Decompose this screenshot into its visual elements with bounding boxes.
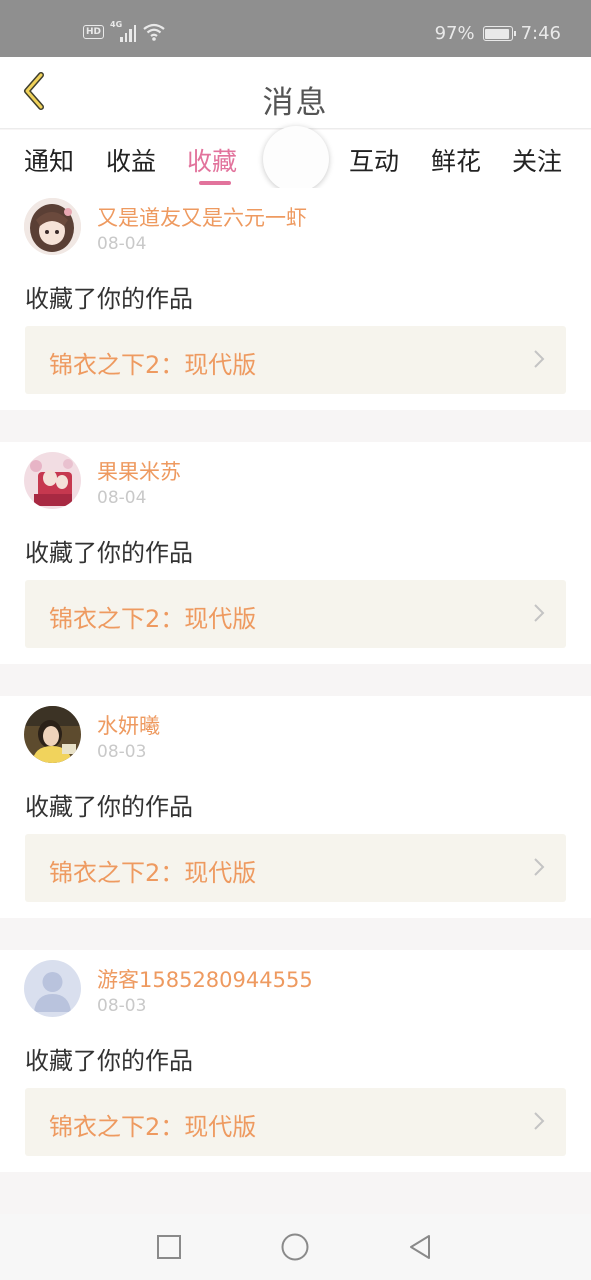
- system-nav-bar: [0, 1214, 591, 1280]
- work-title: 锦衣之下2：现代版: [49, 605, 257, 633]
- wifi-icon: [143, 23, 165, 41]
- work-link[interactable]: 锦衣之下2：现代版: [25, 1088, 566, 1156]
- work-title: 锦衣之下2：现代版: [49, 1113, 257, 1141]
- chevron-right-icon: [534, 1112, 545, 1130]
- action-text: 收藏了你的作品: [25, 539, 193, 567]
- page-title: 消息: [262, 85, 329, 121]
- floating-assistive-button[interactable]: [263, 126, 329, 192]
- tab-flowers[interactable]: 鲜花: [431, 142, 481, 178]
- chevron-right-icon: [534, 858, 545, 876]
- recents-button[interactable]: [154, 1232, 184, 1262]
- circle-icon: [281, 1233, 309, 1261]
- username[interactable]: 游客1585280944555: [97, 964, 313, 994]
- tab-follows[interactable]: 关注: [512, 142, 562, 178]
- clock: 7:46: [520, 23, 561, 44]
- tab-earnings[interactable]: 收益: [106, 142, 156, 178]
- list-item: 游客1585280944555 08-03 收藏了你的作品 锦衣之下2：现代版: [0, 950, 591, 1172]
- work-link[interactable]: 锦衣之下2：现代版: [25, 580, 566, 648]
- date: 08-03: [97, 996, 147, 1016]
- active-tab-indicator: [199, 181, 231, 185]
- username[interactable]: 果果米苏: [97, 456, 181, 486]
- work-title: 锦衣之下2：现代版: [49, 351, 257, 379]
- triangle-back-icon: [410, 1235, 430, 1259]
- work-link[interactable]: 锦衣之下2：现代版: [25, 834, 566, 902]
- action-text: 收藏了你的作品: [25, 793, 193, 821]
- work-title: 锦衣之下2：现代版: [49, 859, 257, 887]
- chevron-right-icon: [534, 350, 545, 368]
- status-left: HD 4G: [83, 20, 166, 42]
- home-button[interactable]: [280, 1232, 310, 1262]
- photo-girl-avatar[interactable]: [24, 706, 81, 763]
- back-nav-button[interactable]: [405, 1232, 435, 1262]
- date: 08-03: [97, 742, 147, 762]
- list-item: 又是道友又是六元一虾 08-04 收藏了你的作品 锦衣之下2：现代版: [0, 188, 591, 410]
- chevron-right-icon: [534, 604, 545, 622]
- cellular-signal-icon: 4G: [110, 20, 137, 42]
- square-icon: [157, 1235, 181, 1259]
- list-item: 果果米苏 08-04 收藏了你的作品 锦衣之下2：现代版: [0, 442, 591, 664]
- default-user-avatar[interactable]: [24, 960, 81, 1017]
- header: 消息: [0, 57, 591, 129]
- battery-icon: [482, 26, 516, 41]
- list-item: 水妍曦 08-03 收藏了你的作品 锦衣之下2：现代版: [0, 696, 591, 918]
- favorites-feed: 又是道友又是六元一虾 08-04 收藏了你的作品 锦衣之下2：现代版 果果米苏 …: [0, 188, 591, 1204]
- username[interactable]: 水妍曦: [97, 710, 160, 740]
- status-right: 97% 7:46: [435, 23, 561, 44]
- action-text: 收藏了你的作品: [25, 285, 193, 313]
- action-text: 收藏了你的作品: [25, 1047, 193, 1075]
- username[interactable]: 又是道友又是六元一虾: [97, 202, 307, 232]
- anime-couple-avatar[interactable]: [24, 452, 81, 509]
- date: 08-04: [97, 234, 147, 254]
- tab-favorites[interactable]: 收藏: [187, 142, 237, 178]
- tab-notifications[interactable]: 通知: [24, 142, 74, 178]
- battery-percent: 97%: [434, 23, 475, 44]
- anime-girl-avatar[interactable]: [24, 198, 81, 255]
- tab-interactions[interactable]: 互动: [349, 142, 399, 178]
- hd-badge: HD: [83, 25, 105, 39]
- date: 08-04: [97, 488, 147, 508]
- work-link[interactable]: 锦衣之下2：现代版: [25, 326, 566, 394]
- status-bar: HD 4G 97% 7:46: [0, 0, 591, 57]
